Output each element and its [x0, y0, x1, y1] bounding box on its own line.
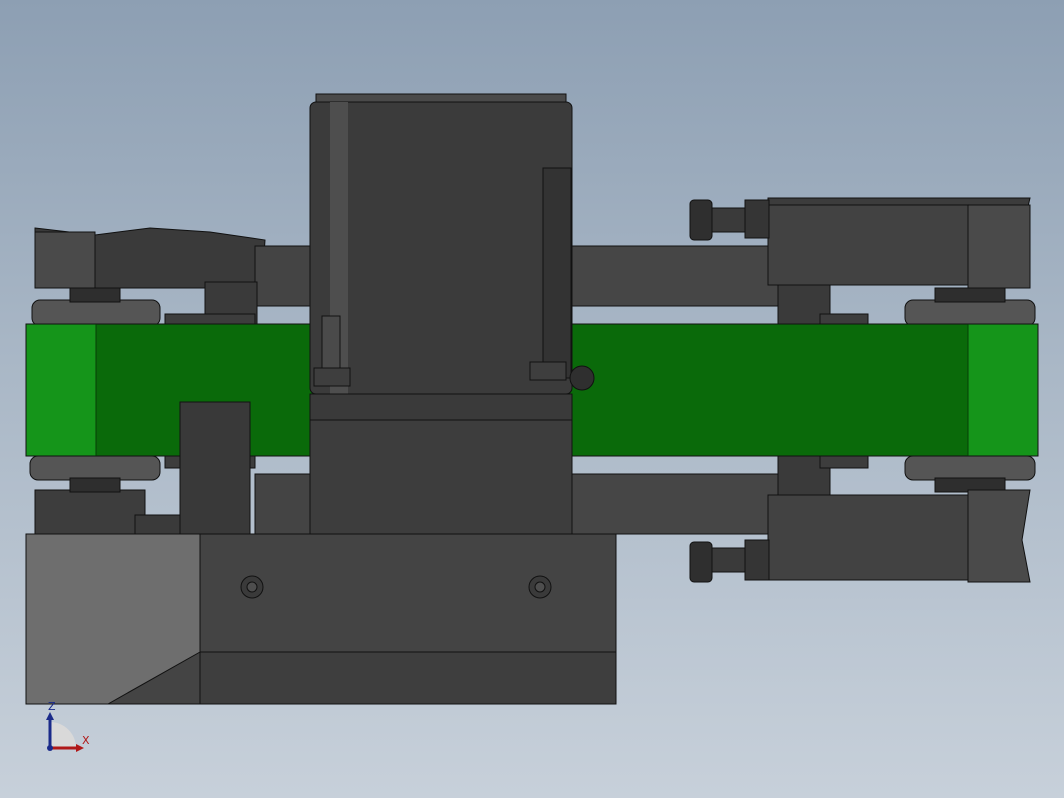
upper-right-arm-body — [767, 204, 969, 286]
motor-side-bracket — [542, 167, 572, 379]
lower-right-roller — [904, 455, 1036, 481]
lower-adjust-nut — [744, 539, 770, 581]
pulley-hub — [569, 365, 595, 391]
upper-left-axle — [69, 287, 121, 303]
upper-left-roller — [31, 299, 161, 327]
upper-right-arm-end — [967, 204, 1031, 289]
lower-right-arm-end — [967, 489, 1031, 583]
upper-rail-right — [569, 245, 779, 307]
right-nut — [529, 361, 567, 381]
upper-left-arm-face — [34, 231, 96, 289]
upper-adjust-nut — [744, 199, 770, 239]
right-lower-plate — [819, 455, 869, 469]
belt-left-highlight — [25, 323, 97, 457]
axis-triad: Z X — [40, 700, 100, 760]
lower-rail-left — [254, 473, 316, 535]
z-axis-label: Z — [48, 700, 56, 713]
lower-left-roller — [29, 455, 161, 481]
left-guard-block — [179, 401, 251, 535]
upper-right-roller — [904, 299, 1036, 327]
platen-lower-step — [199, 651, 617, 705]
small-stub — [134, 514, 181, 536]
motor-base-flange — [309, 393, 573, 421]
upper-rail-left — [254, 245, 316, 307]
lower-left-axle — [69, 477, 121, 493]
lower-rail-right — [569, 473, 779, 535]
lower-left-arm — [34, 489, 146, 535]
gearbox — [309, 419, 573, 536]
left-nut — [313, 367, 351, 387]
cad-model[interactable] — [0, 0, 1064, 798]
left-stud — [321, 315, 341, 377]
upper-right-axle — [934, 287, 1006, 303]
x-axis-label: X — [82, 734, 90, 747]
lower-adjust-bolt-head — [689, 541, 713, 583]
lower-right-arm-body — [767, 494, 969, 581]
motor-housing — [309, 101, 573, 395]
cad-viewport[interactable]: Z X — [0, 0, 1064, 798]
upper-adjust-bolt-head — [689, 199, 713, 241]
belt-right-highlight — [967, 323, 1039, 457]
